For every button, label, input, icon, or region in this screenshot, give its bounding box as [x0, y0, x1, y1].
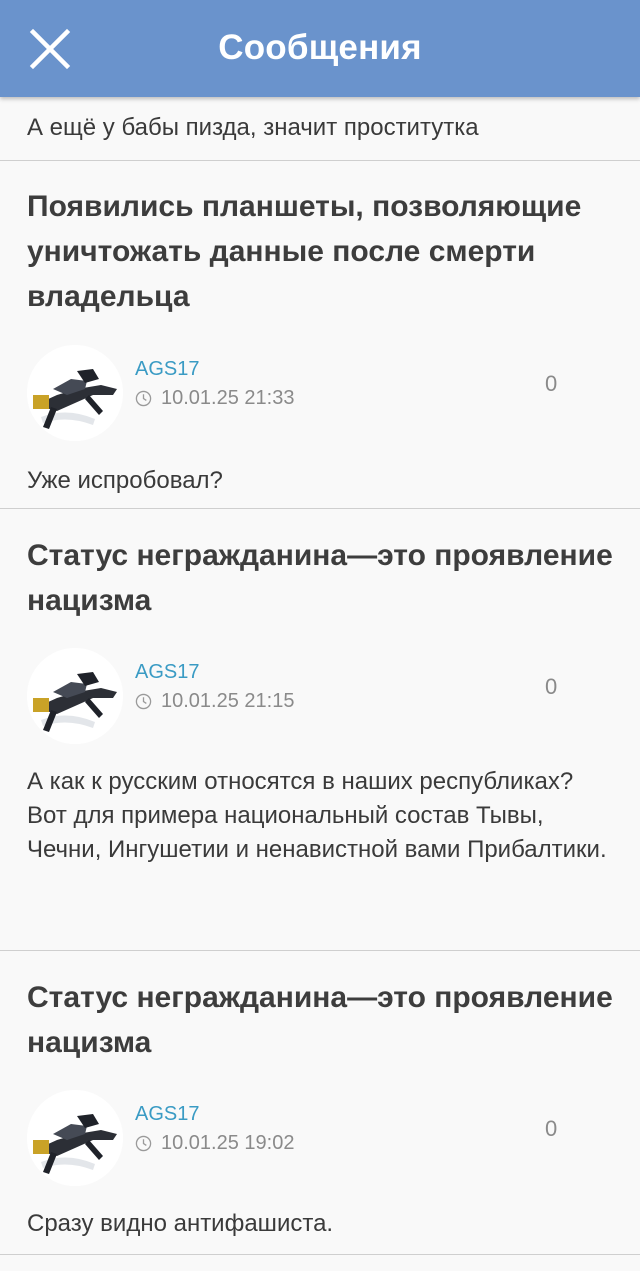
post-meta: AGS17 10.01.25 21:15 0 — [27, 648, 613, 744]
list-item[interactable]: Статус негражданина—это проявление нациз… — [0, 509, 640, 951]
avatar[interactable] — [27, 345, 123, 441]
rating-count: 0 — [545, 674, 558, 699]
clock-icon — [135, 1135, 152, 1151]
post-time: 10.01.25 21:15 — [135, 689, 294, 713]
avatar[interactable] — [27, 1090, 123, 1186]
post-title[interactable]: Появились планшеты, позволяющие уничтожа… — [27, 184, 613, 319]
message-feed: А ещё у бабы пизда, значит проститутка П… — [0, 97, 640, 1255]
post-meta: AGS17 10.01.25 21:33 0 — [27, 345, 613, 441]
message-snippet[interactable]: А как к русским относятся в наших респуб… — [27, 765, 613, 867]
message-snippet[interactable]: А ещё у бабы пизда, значит проститутка — [0, 97, 640, 161]
post-meta: AGS17 10.01.25 19:02 0 — [27, 1090, 613, 1186]
avatar-image — [27, 1090, 123, 1186]
post-title[interactable]: Статус негражданина—это проявление нациз… — [27, 533, 613, 623]
message-snippet[interactable]: Уже испробовал? — [27, 464, 613, 498]
avatar[interactable] — [27, 648, 123, 744]
author-link[interactable]: AGS17 — [135, 1102, 199, 1126]
post-timestamp: 10.01.25 19:02 — [161, 1132, 295, 1154]
post-timestamp: 10.01.25 21:33 — [161, 387, 295, 409]
app-bar: Сообщения — [0, 0, 640, 97]
clock-icon — [135, 693, 152, 709]
message-snippet[interactable]: Сразу видно антифашиста. — [27, 1207, 613, 1241]
avatar-image — [27, 648, 123, 744]
author-link[interactable]: AGS17 — [135, 357, 199, 381]
rating-count: 0 — [545, 1116, 558, 1141]
page-title: Сообщения — [218, 28, 422, 67]
clock-icon — [135, 390, 152, 406]
post-time: 10.01.25 21:33 — [135, 386, 294, 410]
post-title[interactable]: Статус негражданина—это проявление нациз… — [27, 975, 613, 1065]
post-time: 10.01.25 19:02 — [135, 1131, 294, 1155]
rating-count: 0 — [545, 371, 558, 396]
author-link[interactable]: AGS17 — [135, 660, 199, 684]
list-item[interactable]: Статус негражданина—это проявление нациз… — [0, 951, 640, 1255]
post-timestamp: 10.01.25 21:15 — [161, 690, 295, 712]
list-item[interactable]: Появились планшеты, позволяющие уничтожа… — [0, 161, 640, 509]
avatar-image — [27, 345, 123, 441]
